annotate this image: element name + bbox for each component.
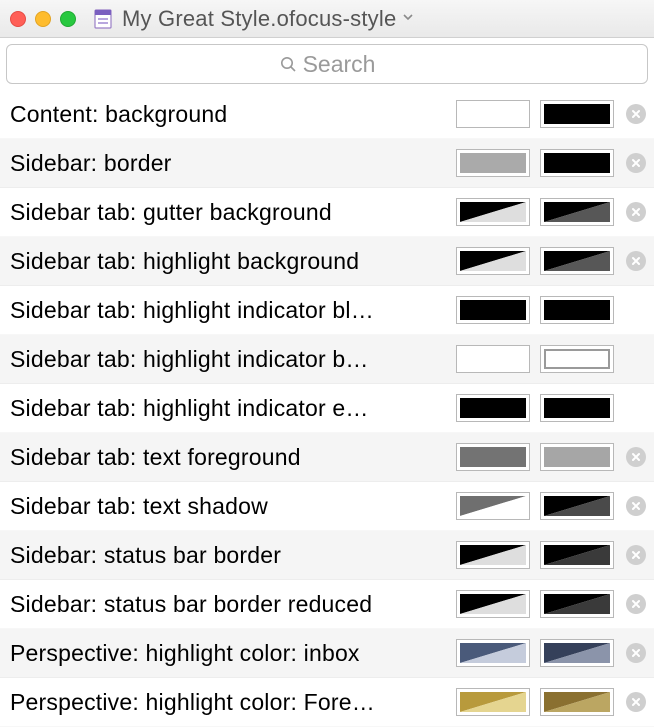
remove-button[interactable] [626,692,646,712]
remove-button[interactable] [626,545,646,565]
dark-swatch[interactable] [540,688,614,716]
search-placeholder: Search [303,51,376,78]
style-label: Sidebar tab: gutter background [10,199,456,226]
remove-button[interactable] [626,643,646,663]
document-icon [92,8,114,30]
style-label: Content: background [10,101,456,128]
style-label: Sidebar tab: text foreground [10,444,456,471]
dark-swatch[interactable] [540,443,614,471]
remove-button[interactable] [626,496,646,516]
remove-button[interactable] [626,104,646,124]
close-window-button[interactable] [10,11,26,27]
style-row: Sidebar: border [0,139,654,188]
titlebar: My Great Style.ofocus-style [0,0,654,38]
dark-swatch[interactable] [540,100,614,128]
search-input[interactable]: Search [6,44,648,84]
style-label: Sidebar tab: highlight indicator bl… [10,297,456,324]
light-swatch[interactable] [456,590,530,618]
dark-swatch[interactable] [540,198,614,226]
style-row: Perspective: highlight color: Fore… [0,678,654,727]
light-swatch[interactable] [456,394,530,422]
dark-swatch[interactable] [540,492,614,520]
style-label: Sidebar: status bar border reduced [10,591,456,618]
light-swatch[interactable] [456,100,530,128]
light-swatch[interactable] [456,443,530,471]
dark-swatch[interactable] [540,247,614,275]
style-label: Sidebar tab: text shadow [10,493,456,520]
style-row: Sidebar tab: highlight indicator e… [0,384,654,433]
dark-swatch[interactable] [540,590,614,618]
dark-swatch[interactable] [540,149,614,177]
window-controls [10,11,76,27]
light-swatch[interactable] [456,296,530,324]
search-icon [279,55,297,73]
light-swatch[interactable] [456,492,530,520]
zoom-window-button[interactable] [60,11,76,27]
minimize-window-button[interactable] [35,11,51,27]
window-title: My Great Style.ofocus-style [122,6,396,32]
style-label: Sidebar tab: highlight indicator e… [10,395,456,422]
style-row: Sidebar tab: highlight indicator bl… [0,286,654,335]
light-swatch[interactable] [456,639,530,667]
remove-button[interactable] [626,594,646,614]
remove-button[interactable] [626,447,646,467]
dark-swatch[interactable] [540,541,614,569]
light-swatch[interactable] [456,198,530,226]
light-swatch[interactable] [456,345,530,373]
remove-button[interactable] [626,153,646,173]
light-swatch[interactable] [456,149,530,177]
style-row: Content: background [0,90,654,139]
dark-swatch[interactable] [540,639,614,667]
style-label: Sidebar tab: highlight background [10,248,456,275]
dark-swatch[interactable] [540,296,614,324]
style-label: Sidebar: border [10,150,456,177]
dark-swatch[interactable] [540,345,614,373]
title-dropdown-icon[interactable] [402,10,414,28]
style-row: Sidebar: status bar border [0,531,654,580]
remove-button[interactable] [626,202,646,222]
style-row: Sidebar tab: highlight indicator b… [0,335,654,384]
style-row: Sidebar: status bar border reduced [0,580,654,629]
light-swatch[interactable] [456,247,530,275]
style-label: Perspective: highlight color: Fore… [10,689,456,716]
style-row: Sidebar tab: text foreground [0,433,654,482]
style-row: Sidebar tab: highlight background [0,237,654,286]
style-label: Sidebar: status bar border [10,542,456,569]
style-label: Perspective: highlight color: inbox [10,640,456,667]
style-list: Content: background Sidebar: border Side… [0,90,654,727]
dark-swatch[interactable] [540,394,614,422]
style-row: Sidebar tab: gutter background [0,188,654,237]
light-swatch[interactable] [456,688,530,716]
search-bar: Search [0,38,654,90]
remove-button[interactable] [626,251,646,271]
style-row: Sidebar tab: text shadow [0,482,654,531]
style-row: Perspective: highlight color: inbox [0,629,654,678]
light-swatch[interactable] [456,541,530,569]
style-label: Sidebar tab: highlight indicator b… [10,346,456,373]
